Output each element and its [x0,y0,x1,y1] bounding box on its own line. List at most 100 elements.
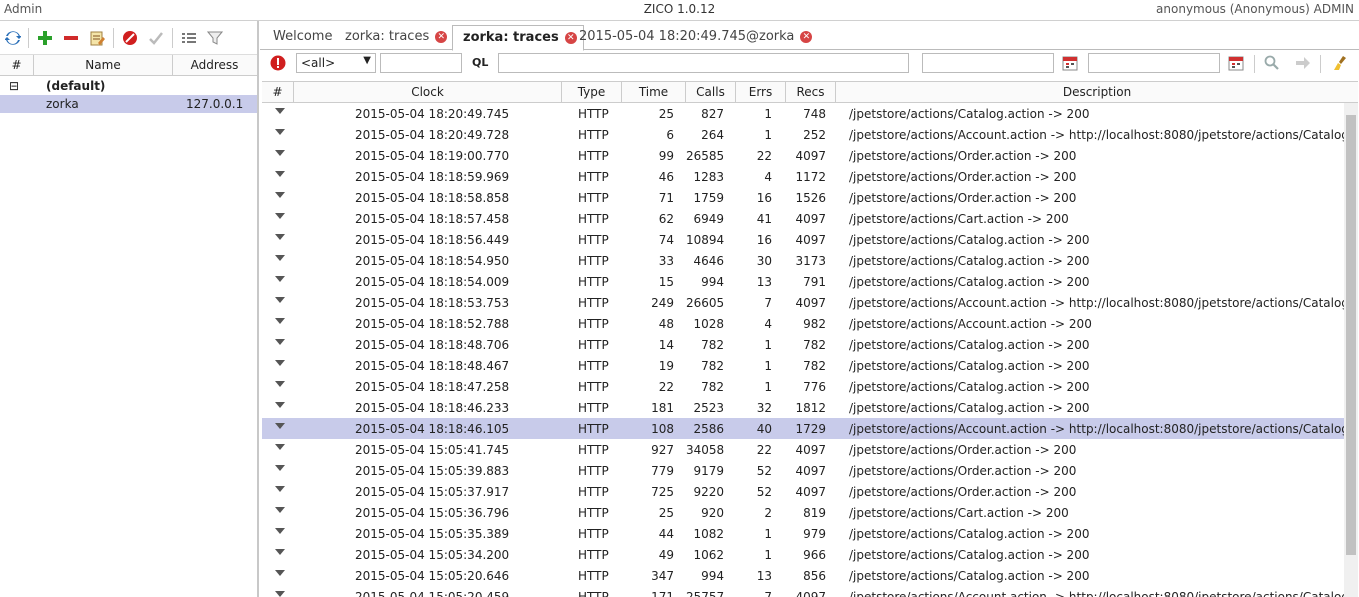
next-icon[interactable] [1295,55,1311,71]
type-select[interactable]: <all> ▼ [296,53,376,73]
ql-query-field[interactable] [499,54,908,72]
table-row[interactable]: 2015-05-04 18:20:49.745 HTTP 25 827 1 748/jpe… [262,103,1344,124]
expand-arrow-icon[interactable] [275,108,285,114]
filter-icon[interactable] [206,29,224,47]
expand-arrow-icon[interactable] [275,171,285,177]
table-row[interactable]: 2015-05-04 18:20:49.728 HTTP 6 264 1 252/jpet… [262,124,1344,145]
expand-arrow-icon[interactable] [275,276,285,282]
ql-query-input[interactable] [498,53,909,73]
expand-arrow-icon[interactable] [275,381,285,387]
check-icon[interactable] [147,29,165,47]
table-row[interactable]: 2015-05-04 18:18:46.105 HTTP 108 2586 40 1729… [262,418,1344,439]
table-row[interactable]: 2015-05-04 18:18:56.449 HTTP 74 10894 16 4097… [262,229,1344,250]
tree-host-zorka[interactable]: zorka 127.0.0.1 [0,95,257,113]
table-row[interactable]: 2015-05-04 15:05:36.796 HTTP 25 920 2 819/jpe… [262,502,1344,523]
col-name[interactable]: Name [34,55,173,75]
col-address[interactable]: Address [173,55,256,75]
table-row[interactable]: 2015-05-04 18:18:46.233 HTTP 181 2523 32 1812… [262,397,1344,418]
table-row[interactable]: 2015-05-04 15:05:34.200 HTTP 49 1062 1 966/jp… [262,544,1344,565]
cell-description: /jpetstore/actions/Catalog.action -> 200 [849,401,1090,415]
col-num[interactable]: # [0,55,34,75]
expand-arrow-icon[interactable] [275,402,285,408]
col-num[interactable]: # [262,82,294,102]
host-filter-field[interactable] [381,54,461,72]
table-row[interactable]: 2015-05-04 18:18:54.950 HTTP 33 4646 30 3173 /… [262,250,1344,271]
table-row[interactable]: 2015-05-04 15:05:20.459 HTTP 171 25757 7 4097… [262,586,1344,597]
tab-welcome[interactable]: Welcome [263,25,332,49]
cell-type: HTTP [578,590,609,597]
expand-arrow-icon[interactable] [275,234,285,240]
remove-icon[interactable] [62,29,80,47]
expand-arrow-icon[interactable] [275,150,285,156]
close-icon[interactable]: ✕ [800,30,813,43]
tree-group-default[interactable]: ⊟ (default) [0,77,257,95]
expand-arrow-icon[interactable] [275,423,285,429]
error-filter-icon[interactable] [270,55,286,71]
table-row[interactable]: 2015-05-04 18:18:47.258 HTTP 22 782 1 776/jpe… [262,376,1344,397]
col-calls[interactable]: Calls [686,82,736,102]
cell-clock: 2015-05-04 18:20:49.745 [355,107,510,121]
table-row[interactable]: 2015-05-04 18:19:00.770 HTTP 99 26585 22 4097… [262,145,1344,166]
expand-arrow-icon[interactable] [275,192,285,198]
col-errs[interactable]: Errs [736,82,786,102]
clear-icon[interactable] [1332,55,1348,71]
add-icon[interactable] [36,29,54,47]
expand-arrow-icon[interactable] [275,297,285,303]
col-time[interactable]: Time [622,82,686,102]
time-to-input[interactable] [1088,53,1220,73]
table-row[interactable]: 2015-05-04 18:18:48.467 HTTP 19 782 1 782/jpe… [262,355,1344,376]
refresh-icon[interactable] [4,29,22,47]
table-row[interactable]: 2015-05-04 18:18:53.753 HTTP 249 26605 7 4097… [262,292,1344,313]
cell-calls: 2586 [693,422,724,436]
time-to-field[interactable] [1089,54,1219,72]
cell-calls: 920 [701,506,724,520]
tab-zorka-traces-2[interactable]: zorka: traces ✕ [452,25,584,51]
scroll-thumb[interactable] [1346,115,1356,555]
close-icon[interactable]: ✕ [435,30,448,43]
calendar-to-icon[interactable] [1228,55,1244,71]
cell-calls: 782 [701,338,724,352]
table-row[interactable]: 2015-05-04 15:05:35.389 HTTP 44 1082 1 979/jp… [262,523,1344,544]
expand-arrow-icon[interactable] [275,549,285,555]
col-description[interactable]: Description [836,82,1358,102]
expand-arrow-icon[interactable] [275,255,285,261]
table-row[interactable]: 2015-05-04 18:18:54.009 HTTP 15 994 13 791/jp… [262,271,1344,292]
expand-arrow-icon[interactable] [275,444,285,450]
expand-arrow-icon[interactable] [275,465,285,471]
expand-arrow-icon[interactable] [275,507,285,513]
search-icon[interactable] [1264,55,1280,71]
expand-arrow-icon[interactable] [275,591,285,597]
table-row[interactable]: 2015-05-04 15:05:37.917 HTTP 725 9220 52 4097… [262,481,1344,502]
expand-arrow-icon[interactable] [275,360,285,366]
table-row[interactable]: 2015-05-04 18:18:58.858 HTTP 71 1759 16 1526 /… [262,187,1344,208]
edit-icon[interactable] [88,29,106,47]
calendar-from-icon[interactable] [1062,55,1078,71]
table-row[interactable]: 2015-05-04 15:05:39.883 HTTP 779 9179 52 4097… [262,460,1344,481]
time-from-field[interactable] [923,54,1053,72]
table-row[interactable]: 2015-05-04 15:05:20.646 HTTP 347 994 13 856/j… [262,565,1344,586]
tab-zorka-traces-1[interactable]: zorka: traces ✕ [335,25,448,49]
time-from-input[interactable] [922,53,1054,73]
collapse-icon[interactable]: ⊟ [9,77,19,95]
expand-arrow-icon[interactable] [275,486,285,492]
col-clock[interactable]: Clock [294,82,562,102]
disable-icon[interactable] [121,29,139,47]
vertical-scrollbar[interactable] [1344,103,1358,597]
table-row[interactable]: 2015-05-04 18:18:48.706 HTTP 14 782 1 782/jpe… [262,334,1344,355]
expand-arrow-icon[interactable] [275,528,285,534]
host-filter-input[interactable] [380,53,462,73]
tab-trace-detail[interactable]: 2015-05-04 18:20:49.745@zorka ✕ [569,25,813,49]
table-row[interactable]: 2015-05-04 18:18:52.788 HTTP 48 1028 4 982/jp… [262,313,1344,334]
expand-arrow-icon[interactable] [275,339,285,345]
table-row[interactable]: 2015-05-04 15:05:41.745 HTTP 927 34058 22 409… [262,439,1344,460]
expand-arrow-icon[interactable] [275,570,285,576]
table-row[interactable]: 2015-05-04 18:18:57.458 HTTP 62 6949 41 4097 /… [262,208,1344,229]
expand-arrow-icon[interactable] [275,129,285,135]
user-label[interactable]: anonymous (Anonymous) ADMIN [1156,2,1354,16]
expand-arrow-icon[interactable] [275,213,285,219]
table-row[interactable]: 2015-05-04 18:18:59.969 HTTP 46 1283 4 1172/j… [262,166,1344,187]
col-recs[interactable]: Recs [786,82,836,102]
expand-arrow-icon[interactable] [275,318,285,324]
list-icon[interactable] [180,29,198,47]
col-type[interactable]: Type [562,82,622,102]
